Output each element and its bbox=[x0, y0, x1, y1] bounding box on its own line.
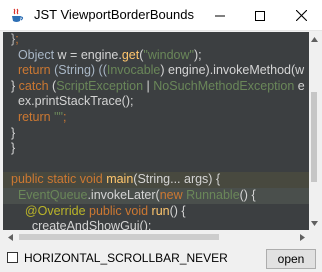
vertical-scroll-thumb[interactable] bbox=[311, 92, 317, 182]
window-title: JST ViewportBorderBounds bbox=[34, 7, 194, 22]
code-line: }; bbox=[11, 32, 19, 48]
code-token: public void bbox=[89, 203, 152, 218]
code-token: "window" bbox=[143, 47, 194, 62]
code-token: Object bbox=[11, 47, 58, 62]
code-token: get bbox=[121, 47, 140, 62]
code-token: createAndShowGui(); bbox=[11, 219, 152, 230]
code-token: w = engine. bbox=[57, 47, 122, 62]
code-token: e bbox=[294, 78, 305, 93]
code-token: ) engine).invokeMethod(w bbox=[160, 63, 305, 78]
code-token: NoSuchMethodException bbox=[153, 78, 295, 93]
code-token: .invokeLater( bbox=[87, 188, 160, 202]
code-line: createAndShowGui(); bbox=[11, 219, 152, 230]
code-line: } bbox=[11, 141, 15, 157]
code-token: } bbox=[11, 141, 16, 156]
code-token: catch bbox=[18, 78, 53, 93]
code-token: () { bbox=[239, 188, 256, 202]
scroll-up-icon[interactable] bbox=[309, 34, 319, 44]
scroll-right-icon[interactable] bbox=[297, 232, 307, 242]
code-token: } bbox=[11, 78, 19, 93]
scrollbar-never-checkbox[interactable] bbox=[7, 252, 18, 263]
code-token: ; bbox=[62, 110, 67, 124]
maximize-button[interactable] bbox=[240, 0, 280, 31]
code-token: | bbox=[143, 78, 154, 93]
code-token: ; bbox=[15, 32, 19, 46]
code-line: EventQueue.invokeLater(new Runnable() { bbox=[11, 188, 256, 204]
code-token: return bbox=[11, 110, 55, 124]
code-token: main bbox=[106, 172, 134, 187]
code-token: ex.printStackTrace(); bbox=[11, 94, 134, 109]
code-token: ScriptException bbox=[56, 78, 144, 93]
code-line: public static void main(String... args) … bbox=[11, 172, 220, 188]
code-token: return bbox=[11, 63, 55, 78]
code-line: } bbox=[11, 126, 15, 142]
code-token: new bbox=[159, 188, 187, 202]
minimize-icon bbox=[215, 11, 225, 21]
maximize-icon bbox=[255, 10, 265, 21]
title-bar: JST ViewportBorderBounds bbox=[0, 0, 322, 31]
code-line: Object w = engine.get("window"); bbox=[11, 48, 202, 64]
code-token: public static void bbox=[11, 172, 107, 187]
code-token: } bbox=[11, 125, 16, 140]
scroll-left-icon[interactable] bbox=[5, 232, 15, 242]
scrollbar-never-label[interactable]: HORIZONTAL_SCROLLBAR_NEVER bbox=[24, 251, 228, 265]
code-token: ); bbox=[193, 47, 202, 62]
java-app-icon bbox=[9, 8, 25, 24]
code-token: Runnable bbox=[186, 188, 240, 202]
code-token: (String... args) { bbox=[133, 172, 221, 187]
scrollbar-corner bbox=[309, 230, 319, 243]
vertical-scrollbar[interactable] bbox=[309, 32, 319, 230]
scroll-down-icon[interactable] bbox=[309, 218, 319, 228]
code-token: @Override bbox=[24, 203, 89, 218]
code-token: () { bbox=[169, 203, 186, 218]
code-line: return ""; bbox=[11, 110, 67, 126]
code-token: "" bbox=[54, 110, 63, 124]
close-icon bbox=[295, 10, 307, 21]
code-line: } catch (ScriptException | NoSuchMethodE… bbox=[11, 79, 305, 95]
horizontal-scroll-thumb[interactable] bbox=[19, 234, 219, 240]
code-line: @Override public void run() { bbox=[11, 204, 186, 220]
code-line: return (String) ((Invocable) engine).inv… bbox=[11, 63, 304, 79]
minimize-button[interactable] bbox=[200, 0, 240, 31]
code-token: EventQueue bbox=[17, 188, 88, 202]
code-token: run bbox=[151, 203, 170, 218]
open-button[interactable]: open bbox=[266, 249, 316, 269]
footer-panel: HORIZONTAL_SCROLLBAR_NEVER open bbox=[0, 245, 322, 272]
code-token: (String) (( bbox=[54, 63, 107, 78]
close-button[interactable] bbox=[281, 0, 321, 31]
horizontal-scrollbar[interactable] bbox=[3, 230, 309, 243]
code-editor[interactable]: }; Object w = engine.get("window"); retu… bbox=[3, 32, 309, 230]
code-line: ex.printStackTrace(); bbox=[11, 94, 134, 110]
code-token: Invocable bbox=[106, 63, 161, 78]
